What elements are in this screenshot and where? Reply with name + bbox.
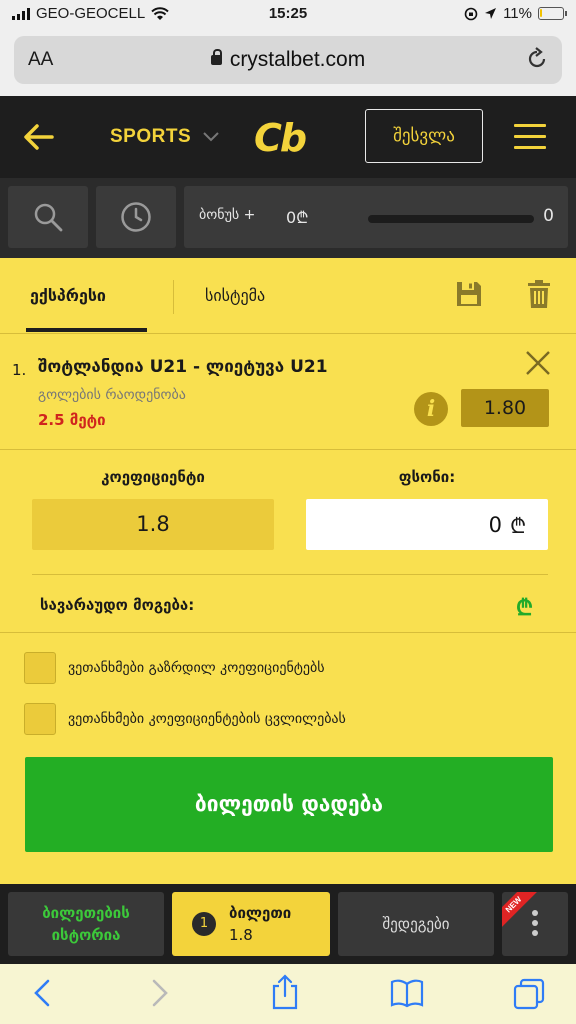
bookmarks-icon[interactable] (390, 978, 424, 1008)
sports-dropdown[interactable]: SPORTS (110, 126, 219, 148)
search-button[interactable] (8, 186, 88, 248)
save-icon[interactable] (455, 280, 483, 308)
betslip-tabs: ექსპრესი სისტემა (0, 258, 576, 334)
sports-label: SPORTS (110, 126, 192, 147)
checkbox-box[interactable] (24, 703, 56, 735)
bet-number: 1. (12, 361, 27, 379)
active-tab-indicator (26, 328, 147, 332)
history-line-2: ისტორია (51, 926, 121, 944)
stake-label: ფსონი: (398, 468, 456, 486)
bonus-panel[interactable]: ბონუს + 0₾ 0 (184, 186, 568, 248)
checkbox-label: ვეთანხმები გაზრდილ კოეფიციენტებს (68, 660, 325, 676)
info-icon[interactable]: i (414, 392, 448, 426)
location-icon (485, 8, 497, 19)
browser-toolbar (0, 964, 576, 1024)
accept-increased-odds-checkbox[interactable]: ვეთანხმები გაზრდილ კოეფიციენტებს (24, 652, 325, 684)
clock-icon (121, 202, 151, 232)
share-icon[interactable] (270, 974, 300, 1010)
divider (32, 574, 548, 575)
accept-odds-changes-checkbox[interactable]: ვეთანხმები კოეფიციენტების ცვლილებას (24, 703, 346, 735)
potential-win-currency: ₾ (516, 596, 533, 621)
domain-text: crystalbet.com (229, 48, 366, 71)
browser-forward-icon[interactable] (150, 978, 170, 1008)
bet-selection: 2.5 მეტი (38, 411, 106, 429)
lock-icon (210, 49, 222, 65)
checkbox-box[interactable] (24, 652, 56, 684)
battery-percent: 11% (503, 5, 532, 22)
tools-bar: ბონუს + 0₾ 0 (0, 178, 576, 258)
hamburger-menu-icon[interactable] (514, 124, 546, 150)
bet-odds-badge: 1.80 (461, 389, 549, 427)
betslip-tab[interactable]: 1 ბილეთი 1.8 (172, 892, 330, 956)
bet-market: გოლების რაოდენობა (38, 387, 186, 403)
search-icon (34, 203, 63, 232)
status-bar: GEO-GEOCELL 15:25 11% (0, 0, 576, 30)
bottom-nav: ბილეთების ისტორია 1 ბილეთი 1.8 შედეგები … (0, 884, 576, 964)
tab-system[interactable]: სისტემა (205, 286, 265, 305)
address-bar[interactable]: AA crystalbet.com (14, 36, 562, 84)
odds-label: კოეფიციენტი (101, 468, 205, 486)
chevron-down-icon (203, 132, 219, 142)
browser-url-area: AA crystalbet.com (0, 30, 576, 96)
close-icon[interactable] (524, 349, 552, 377)
history-clock-button[interactable] (96, 186, 176, 248)
back-arrow-icon[interactable] (22, 122, 56, 152)
tabs-icon[interactable] (512, 978, 546, 1010)
stake-currency-symbol: ₾ (510, 514, 527, 538)
status-right: 11% (464, 5, 567, 22)
history-line-1: ბილეთების (42, 904, 130, 922)
site-header: SPORTS Cb შესვლა (0, 96, 576, 178)
bonus-amount: 0₾ (286, 208, 309, 227)
bonus-label: ბონუს + (199, 207, 256, 223)
results-tab[interactable]: შედეგები (338, 892, 494, 956)
url-domain: crystalbet.com (14, 48, 562, 72)
battery-icon (538, 7, 567, 20)
more-vertical-icon (532, 910, 538, 940)
bet-event-title: შოტლანდია U21 - ლიეტუვა U21 (38, 357, 328, 377)
place-bet-button[interactable]: ბილეთის დადება (25, 757, 553, 852)
checkbox-label: ვეთანხმები კოეფიციენტების ცვლილებას (68, 711, 346, 727)
divider (0, 632, 576, 633)
crystalbet-logo[interactable]: Cb (254, 116, 307, 160)
ticket-odds: 1.8 (229, 926, 253, 944)
tab-express[interactable]: ექსპრესი (30, 286, 106, 305)
orientation-lock-icon (464, 7, 478, 20)
trash-icon[interactable] (528, 280, 550, 308)
browser-back-icon[interactable] (32, 978, 52, 1008)
ticket-count-badge: 1 (192, 912, 216, 936)
ticket-label: ბილეთი (229, 904, 292, 922)
more-menu-button[interactable]: NEW (502, 892, 568, 956)
reload-icon[interactable] (524, 46, 550, 72)
bonus-count: 0 (543, 206, 554, 226)
tab-divider (173, 280, 174, 314)
total-odds-value: 1.8 (32, 499, 274, 550)
bet-history-tab[interactable]: ბილეთების ისტორია (8, 892, 164, 956)
potential-win-label: სავარაუდო მოგება: (40, 596, 195, 614)
login-button[interactable]: შესვლა (365, 109, 483, 163)
bonus-progress-bar (368, 215, 534, 223)
